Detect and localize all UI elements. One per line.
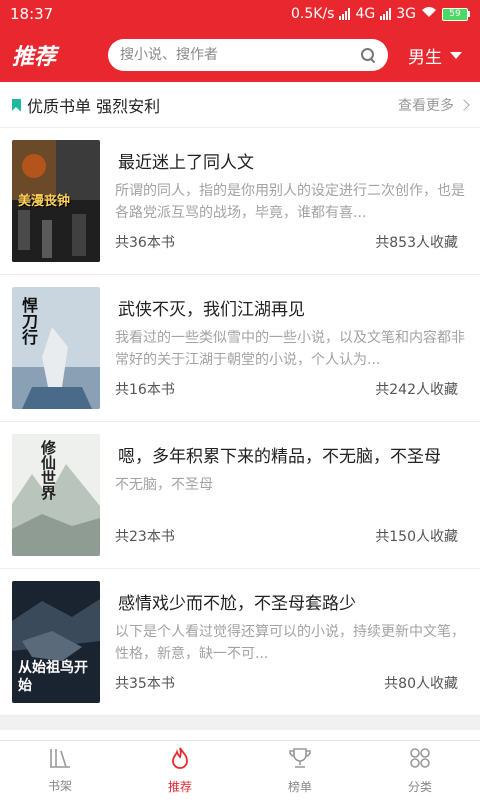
booklist-book-count: 共36本书	[115, 235, 175, 251]
booklist-item[interactable]: 从始祖鸟开始 感情戏少而不尬，不圣母套路少 以下是个人看过觉得还算可以的小说，持…	[0, 569, 480, 716]
section-title: 优质书单 强烈安利	[27, 96, 161, 116]
booklist-title: 最近迷上了同人文	[118, 153, 254, 173]
page-title: 推荐	[12, 45, 57, 70]
booklist-item[interactable]: 修仙世界 嗯，多年积累下来的精品，不无脑，不圣母 不无脑，不圣母 共23本书 共…	[0, 422, 480, 569]
booklist-title: 嗯，多年积累下来的精品，不无脑，不圣母	[118, 447, 441, 467]
gender-selector[interactable]: 男生	[408, 43, 462, 68]
book-cover-title: 悍刀行	[19, 297, 38, 345]
booklist-favorites: 共150人收藏	[375, 529, 458, 545]
booklist-list: 美漫丧钟 最近迷上了同人文 所谓的同人，指的是你用别人的设定进行二次创作，也是各…	[0, 128, 480, 716]
search-input[interactable]	[120, 47, 340, 63]
chevron-down-icon	[450, 51, 462, 59]
book-cover-title: 从始祖鸟开始	[18, 660, 88, 694]
chevron-right-icon	[458, 98, 470, 111]
wifi-icon	[421, 6, 437, 22]
signal-icon-2	[380, 8, 392, 20]
search-bar[interactable]	[108, 39, 388, 71]
tab-bookshelf[interactable]: 书架	[0, 741, 120, 800]
booklist-description: 不无脑，不圣母	[115, 477, 213, 493]
network-speed: 0.5K/s	[291, 6, 335, 22]
bottom-nav: 书架 推荐 榜单 分类	[0, 740, 480, 800]
book-cover: 美漫丧钟	[12, 140, 100, 262]
book-cover: 修仙世界	[12, 434, 100, 556]
tab-ranking[interactable]: 榜单	[240, 741, 360, 800]
booklist-favorites: 共80人收藏	[384, 676, 458, 692]
book-cover: 悍刀行	[12, 287, 100, 409]
section-header: 优质书单 强烈安利 查看更多	[0, 82, 480, 128]
search-icon[interactable]	[360, 47, 376, 63]
bookmark-icon	[12, 98, 21, 111]
tab-recommend[interactable]: 推荐	[120, 741, 240, 800]
section-divider	[0, 716, 480, 730]
status-time: 18:37	[10, 5, 54, 23]
booklist-book-count: 共23本书	[115, 529, 175, 545]
flame-icon	[169, 746, 191, 774]
book-cover: 从始祖鸟开始	[12, 581, 100, 703]
signal-icon	[339, 8, 351, 20]
book-cover-title: 修仙世界	[39, 440, 57, 500]
tab-label: 书架	[47, 779, 72, 793]
trophy-icon	[288, 746, 312, 774]
bookshelf-icon	[48, 747, 72, 773]
view-more-link[interactable]: 查看更多	[398, 95, 470, 115]
app-header: 推荐 男生	[0, 28, 480, 82]
booklist-item[interactable]: 美漫丧钟 最近迷上了同人文 所谓的同人，指的是你用别人的设定进行二次创作，也是各…	[0, 128, 480, 275]
tab-category[interactable]: 分类	[360, 741, 480, 800]
tab-label: 榜单	[287, 780, 312, 794]
battery-level: 59	[442, 7, 468, 21]
booklist-title: 感情戏少而不尬，不圣母套路少	[118, 594, 356, 614]
booklist-book-count: 共35本书	[115, 676, 175, 692]
gender-label: 男生	[408, 47, 442, 68]
view-more-label: 查看更多	[398, 97, 454, 114]
booklist-book-count: 共16本书	[115, 382, 175, 398]
tab-label: 推荐	[167, 780, 192, 794]
book-cover-title: 美漫丧钟	[18, 194, 71, 209]
status-indicators: 0.5K/s 4G 3G 59	[291, 6, 470, 22]
booklist-favorites: 共242人收藏	[375, 382, 458, 398]
network-type-2: 3G	[396, 6, 416, 22]
tab-label: 分类	[407, 780, 432, 794]
booklist-item[interactable]: 悍刀行 武侠不灭，我们江湖再见 我看过的一些类似雪中的一些小说，以及文笔和内容都…	[0, 275, 480, 422]
booklist-title: 武侠不灭，我们江湖再见	[118, 300, 305, 320]
battery-icon: 59	[442, 7, 470, 21]
booklist-description: 以下是个人看过觉得还算可以的小说，持续更新中文笔，性格，新意，缺一不可...	[115, 624, 465, 662]
booklist-description: 我看过的一些类似雪中的一些小说，以及文笔和内容都非常好的关于江湖于朝堂的小说，个…	[115, 330, 465, 368]
status-bar: 18:37 0.5K/s 4G 3G 59	[0, 0, 480, 28]
network-type-1: 4G	[355, 6, 376, 22]
booklist-favorites: 共853人收藏	[375, 235, 458, 251]
category-icon	[408, 746, 432, 774]
booklist-description: 所谓的同人，指的是你用别人的设定进行二次创作，也是各路党派互骂的战场，毕竟，谁都…	[115, 183, 465, 221]
